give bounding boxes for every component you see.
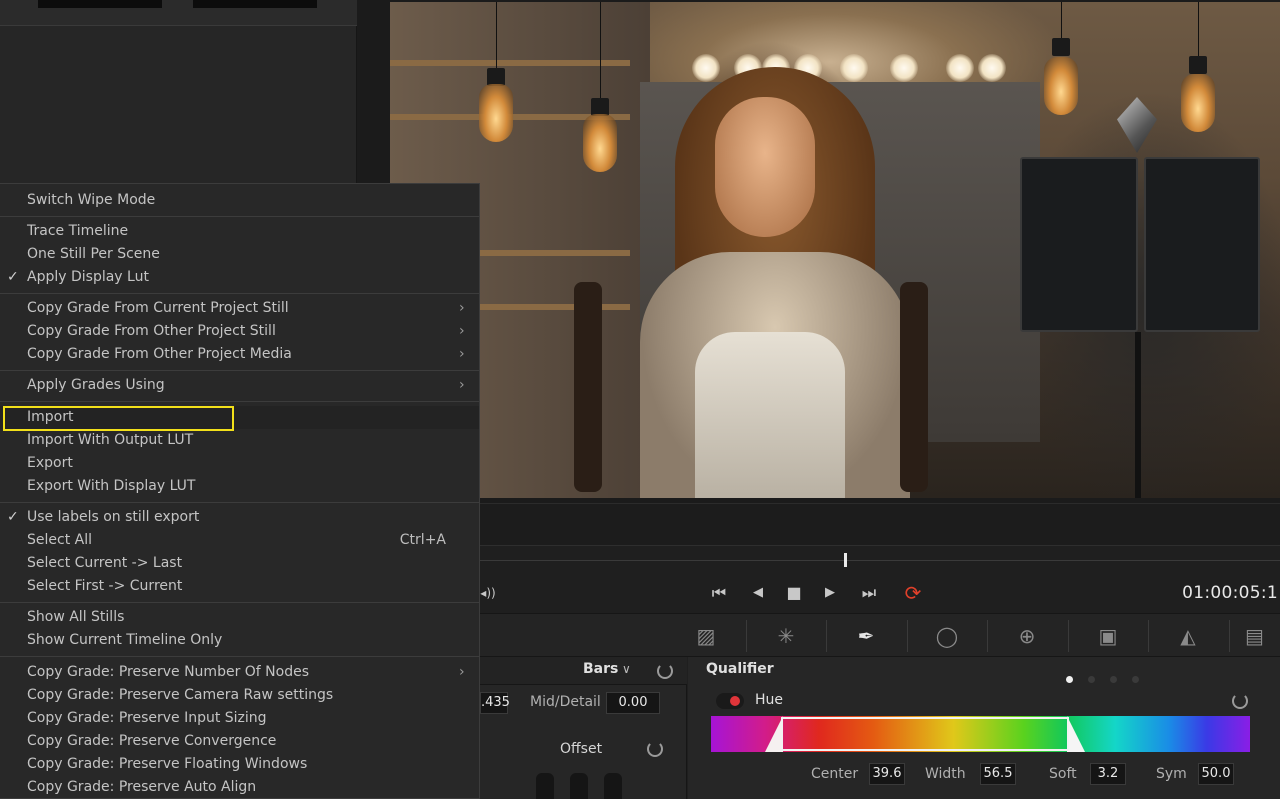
menu-item-copy-grade-other-project-media[interactable]: Copy Grade From Other Project Media › [0, 343, 479, 366]
menu-item-select-all[interactable]: Select All Ctrl+A [0, 529, 479, 552]
page-dot[interactable] [1066, 676, 1073, 683]
highlight-annotation-box [3, 406, 234, 431]
menu-item-copy-grade-other-project-still[interactable]: Copy Grade From Other Project Still › [0, 320, 479, 343]
mid-detail-field[interactable]: 0.00 [606, 692, 660, 714]
menu-item-show-current-timeline-only[interactable]: Show Current Timeline Only [0, 629, 479, 652]
menu-item-show-all-stills[interactable]: Show All Stills [0, 606, 479, 629]
primaries-mode-label[interactable]: Bars [583, 661, 618, 677]
still-thumbnail[interactable] [38, 0, 162, 8]
menu-item-preserve-input-sizing[interactable]: Copy Grade: Preserve Input Sizing [0, 707, 479, 730]
menu-item-one-still-per-scene[interactable]: One Still Per Scene [0, 243, 479, 266]
menu-item-preserve-auto-align[interactable]: Copy Grade: Preserve Auto Align [0, 776, 479, 799]
reset-icon[interactable] [647, 741, 663, 757]
menu-item-preserve-floating-windows[interactable]: Copy Grade: Preserve Floating Windows [0, 753, 479, 776]
wheel-handle[interactable] [536, 773, 554, 799]
qualifier-panel: Qualifier Hue Center 39.6 Width 56.5 Sof… [688, 657, 1280, 799]
soft-label: Soft [1049, 766, 1077, 782]
chevron-right-icon: › [459, 377, 465, 393]
timeline-scrubber[interactable] [480, 545, 1280, 573]
palette-tool-row: ▨ ✳ ✒ ◯ ⊕ ▣ ◭ ▤ [480, 613, 1280, 657]
chevron-right-icon: › [459, 323, 465, 339]
sym-field[interactable]: 50.0 [1198, 763, 1234, 785]
transport-controls: ◂)) ⏮ ◀ ■ ▶ ⏭ ⟳ 01:00:05:1 [480, 573, 1280, 613]
menu-item-use-labels-on-still-export[interactable]: ✓ Use labels on still export [0, 506, 479, 529]
menu-item-apply-grades-using[interactable]: Apply Grades Using › [0, 374, 479, 397]
menu-item-preserve-convergence[interactable]: Copy Grade: Preserve Convergence [0, 730, 479, 753]
menu-item-select-current-last[interactable]: Select Current -> Last [0, 552, 479, 575]
resolve-color-page: { "menu": { "items": [ {"label": "Switch… [0, 0, 1280, 799]
color-warper-icon[interactable]: ✳ [746, 620, 826, 652]
hue-label: Hue [755, 692, 784, 708]
magic-mask-icon[interactable]: ▣ [1068, 620, 1148, 652]
chevron-right-icon: › [459, 664, 465, 680]
menu-item-trace-timeline[interactable]: Trace Timeline [0, 220, 479, 243]
playhead[interactable] [844, 553, 847, 567]
last-frame-icon[interactable]: ⏭ [856, 581, 882, 605]
gallery-context-menu: Switch Wipe Mode Trace Timeline One Stil… [0, 183, 480, 799]
panel-title: Qualifier [706, 661, 774, 677]
wheel-handle[interactable] [570, 773, 588, 799]
check-icon: ✓ [7, 509, 19, 525]
check-icon: ✓ [7, 269, 19, 285]
center-label: Center [811, 766, 859, 782]
stop-icon[interactable]: ■ [784, 581, 804, 605]
hue-toggle[interactable] [716, 693, 744, 709]
chevron-right-icon: › [459, 300, 465, 316]
wheel-handle[interactable] [604, 773, 622, 799]
audio-icon[interactable]: ◂)) [480, 581, 496, 605]
reset-icon[interactable] [1232, 693, 1248, 709]
key-icon[interactable]: ▤ [1229, 620, 1280, 652]
menu-item-select-first-current[interactable]: Select First -> Current [0, 575, 479, 598]
menu-item-copy-grade-current-project-still[interactable]: Copy Grade From Current Project Still › [0, 297, 479, 320]
page-dots [1066, 668, 1154, 687]
reset-icon[interactable] [657, 663, 673, 679]
page-dot[interactable] [1088, 676, 1095, 683]
shortcut-label: Ctrl+A [399, 532, 446, 548]
hue-range-bar[interactable] [711, 716, 1250, 752]
page-dot[interactable] [1110, 676, 1117, 683]
menu-item-preserve-camera-raw[interactable]: Copy Grade: Preserve Camera Raw settings [0, 684, 479, 707]
menu-item-preserve-number-of-nodes[interactable]: Copy Grade: Preserve Number Of Nodes › [0, 661, 479, 684]
qualifier-eyedropper-icon[interactable]: ✒ [826, 620, 906, 652]
still-thumbnail-strip [0, 0, 357, 26]
chevron-down-icon[interactable]: ∨ [622, 662, 631, 676]
menu-item-apply-display-lut[interactable]: ✓ Apply Display Lut [0, 266, 479, 289]
timecode-display: 01:00:05:1 [1182, 583, 1278, 603]
sym-label: Sym [1156, 766, 1187, 782]
blur-icon[interactable]: ◭ [1148, 620, 1228, 652]
menu-item-export[interactable]: Export [0, 452, 479, 475]
width-field[interactable]: 56.5 [980, 763, 1016, 785]
value-field[interactable]: .435 [480, 692, 510, 714]
chevron-right-icon: › [459, 346, 465, 362]
menu-item-switch-wipe-mode[interactable]: Switch Wipe Mode [0, 189, 479, 212]
soft-field[interactable]: 3.2 [1090, 763, 1126, 785]
play-icon[interactable]: ▶ [820, 581, 840, 605]
menu-item-import-with-output-lut[interactable]: Import With Output LUT [0, 429, 479, 452]
window-icon[interactable]: ◯ [907, 620, 987, 652]
still-thumbnail[interactable] [193, 0, 317, 8]
loop-icon[interactable]: ⟳ [900, 581, 926, 605]
mid-detail-label: Mid/Detail [530, 694, 601, 710]
center-field[interactable]: 39.6 [869, 763, 905, 785]
viewer-video-frame [390, 2, 1280, 498]
first-frame-icon[interactable]: ⏮ [706, 581, 732, 605]
menu-item-export-with-display-lut[interactable]: Export With Display LUT [0, 475, 479, 498]
offset-label: Offset [560, 741, 603, 757]
play-reverse-icon[interactable]: ◀ [748, 581, 768, 605]
width-label: Width [925, 766, 966, 782]
hue-selection-handle[interactable] [781, 717, 1069, 751]
curves-icon[interactable]: ▨ [666, 620, 746, 652]
tracker-icon[interactable]: ⊕ [987, 620, 1067, 652]
page-dot[interactable] [1132, 676, 1139, 683]
viewer-info-bar [480, 503, 1280, 545]
primaries-panel: Bars ∨ .435 Mid/Detail 0.00 Offset [480, 657, 687, 799]
